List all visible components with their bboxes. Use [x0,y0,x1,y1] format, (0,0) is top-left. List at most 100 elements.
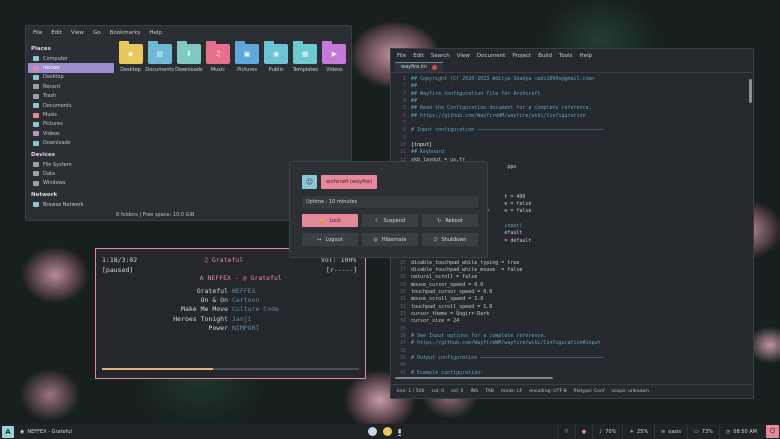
folder-documents[interactable]: ▤ Documents [145,41,174,73]
folder-public[interactable]: ◉ Public [262,41,291,73]
editor-menu-build[interactable]: Build [538,53,552,59]
menu-bookmarks[interactable]: Bookmarks [110,30,141,36]
line-text: disable_touchpad_while_mouse = false [411,266,523,273]
editor-menu-project[interactable]: Project [512,53,531,59]
playback-progress-fill [102,368,213,370]
tray-wifi-signal[interactable]: ⌔ [557,424,575,439]
suspend-icon: ☾ [374,217,380,224]
line-text: cursor_theme = Qogirr-Dark [411,311,490,317]
sidebar-item-videos[interactable]: Videos [28,129,114,138]
browser-app-icon[interactable] [368,427,377,436]
tab-wayfire-ini[interactable]: wayfire.ini [395,62,443,72]
sidebar-item-windows[interactable]: Windows [28,179,114,188]
playlist-row[interactable]: Make Me Move Culture Code [96,305,367,314]
menu-go[interactable]: Go [93,30,101,36]
sidebar-item-file-system[interactable]: File System [28,160,114,169]
folder-pictures[interactable]: ▣ Pictures [233,41,262,73]
hibernate-button[interactable]: ◎ Hibernate [362,233,418,246]
file-manager-sidebar: Places Computer nexxer Desktop Recent Trash Do… [28,42,114,218]
shutdown-button[interactable]: ⏻ Shutdown [422,233,478,246]
tray-volume[interactable]: ♪ 70% [592,424,622,439]
tray-battery[interactable]: ▭ 73% [687,424,719,439]
folder-videos[interactable]: ▶ Videos [320,41,349,73]
folder-label: Music [210,67,226,73]
playlist-row[interactable]: On & On Cartoon [96,296,367,305]
playlist-row[interactable]: Power NIMPORT [96,324,367,333]
sidebar-item-downloads[interactable]: Downloads [28,139,114,148]
mode-indicator: [r-----] [326,266,358,274]
folder-glyph: ▶ [331,50,338,58]
taskbar-task-music[interactable]: ◉ NEFFEX - Grateful [20,429,72,435]
sidebar-item-computer[interactable]: Computer [28,54,114,63]
tray-record[interactable]: ● [574,424,592,439]
code-line: 2 ## [391,83,746,90]
menu-edit[interactable]: Edit [51,30,62,36]
app-launcher-button[interactable]: A [2,425,14,438]
folder-label: Desktop [120,67,141,73]
status-field: mode: LF [500,389,523,394]
tray-brightness[interactable]: ☀ 25% [622,424,654,439]
vertical-scrollbar[interactable] [749,79,752,103]
sidebar-item-documents[interactable]: Documents [28,101,114,110]
editor-menu-search[interactable]: Search [431,53,450,59]
editor-menu-file[interactable]: File [397,53,406,59]
folder-music[interactable]: ♫ Music [203,41,232,73]
horizontal-scrollbar[interactable] [395,377,553,379]
lock-button[interactable]: 🔒 Lock [302,214,358,227]
tray-text: 70% [605,428,617,435]
song-title: Power [208,323,228,332]
playlist-row[interactable]: Grateful NEFFEX [96,287,367,296]
song-artist: NIMPORT [232,323,260,332]
drive-icon [33,180,39,186]
editor-menu-tools[interactable]: Tools [559,53,573,59]
editor-menubar: File Edit Search View Document Project Build To… [391,49,753,62]
editor-tabbar: wayfire.ini [391,62,753,73]
reboot-button[interactable]: ↻ Reboot [422,214,478,227]
sidebar-item-desktop[interactable]: Desktop [28,73,114,82]
sidebar-item-pictures[interactable]: Pictures [28,120,114,129]
sidebar-item-recent[interactable]: Recent [28,82,114,91]
menu-view[interactable]: View [71,30,84,36]
sidebar-item-nexxer[interactable]: nexxer [28,63,114,73]
playlist-row[interactable]: Heroes Tonight Janji [96,315,367,324]
sidebar-item-label: File System [43,161,72,168]
folder-desktop[interactable]: ◆ Desktop [116,41,145,73]
sidebar-item-data[interactable]: Data [28,169,114,178]
logout-button[interactable]: ↦ Logout [302,233,358,246]
sidebar-item-browse-network[interactable]: Browse Network [28,200,114,209]
line-number: 27 [399,266,406,273]
editor-menu-document[interactable]: Document [477,53,506,59]
folder-glyph: ▦ [302,50,309,58]
code-line: 11 ## Keyboard [391,149,746,156]
downloads-folder-icon: ⬇ [176,41,201,64]
sidebar-item-label: Videos [43,130,60,137]
clock-icon: ◷ [725,428,731,435]
tray-wifi[interactable]: ≋ oasis [654,424,687,439]
folder-downloads[interactable]: ⬇ Downloads [174,41,203,73]
editor-menu-help[interactable]: Help [580,53,593,59]
sidebar-item-trash[interactable]: Trash [28,92,114,101]
battery-icon: ▭ [694,428,699,435]
menu-help[interactable]: Help [149,30,162,36]
sidebar-item-label: Music [43,112,58,119]
power-button-icon[interactable]: ⏻ [766,425,779,438]
editor-menu-view[interactable]: View [457,53,470,59]
line-text: cursor_size = 24 [411,318,460,325]
drive-icon [33,171,39,177]
line-number: 2 [402,83,406,90]
drive-icon [33,162,39,168]
playback-progress-bar[interactable] [102,368,359,370]
line-number: 28 [399,274,406,281]
sidebar-item-music[interactable]: Music [28,110,114,119]
suspend-button[interactable]: ☾ Suspend [362,214,418,227]
close-tab-icon[interactable] [431,64,437,70]
folder-templates[interactable]: ▦ Templates [291,41,320,73]
tray-clock[interactable]: ◷ 08:50 AM [718,424,763,439]
files-app-icon[interactable] [383,427,392,436]
code-line: 10 [input] [391,142,746,149]
editor-menu-edit[interactable]: Edit [413,53,424,59]
playback-state: [paused] [102,266,134,274]
menu-file[interactable]: File [33,30,42,36]
terminal-app-icon[interactable]: ▮ [398,428,402,436]
power-menu-dialog: ☺ archcraft (wayfire) Uptime : 10 minute… [289,161,488,258]
